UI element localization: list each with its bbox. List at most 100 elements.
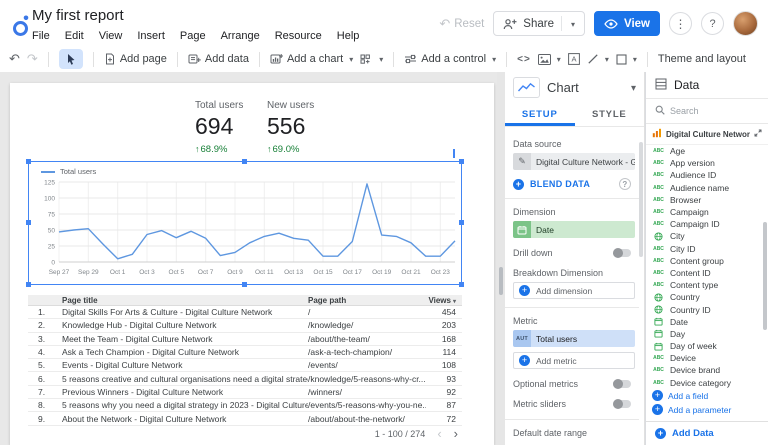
shape-tool-button[interactable] bbox=[616, 53, 637, 65]
chart-panel-scrollbar[interactable] bbox=[639, 142, 643, 257]
field-item-day[interactable]: Day bbox=[646, 328, 768, 340]
resize-handle[interactable] bbox=[242, 159, 247, 164]
field-item-city[interactable]: City bbox=[646, 230, 768, 242]
add-data-button[interactable]: Add data bbox=[188, 53, 249, 65]
menu-insert[interactable]: Insert bbox=[137, 30, 165, 42]
add-data-button[interactable]: Add Data bbox=[646, 421, 768, 445]
field-item-device-category[interactable]: ABCDevice category bbox=[646, 377, 768, 389]
field-item-content-type[interactable]: ABCContent type bbox=[646, 279, 768, 291]
metric-sliders-toggle[interactable] bbox=[613, 400, 631, 408]
table-row[interactable]: 4.Ask a Tech Champion - Digital Culture … bbox=[28, 346, 462, 359]
report-canvas[interactable]: Total users 694 68.9% New users 556 69.0… bbox=[0, 72, 497, 445]
field-search[interactable] bbox=[646, 99, 768, 124]
search-input[interactable] bbox=[670, 106, 742, 116]
field-item-date[interactable]: Date bbox=[646, 316, 768, 328]
field-item-country[interactable]: Country bbox=[646, 291, 768, 303]
chart-panel-header[interactable]: Chart bbox=[505, 72, 644, 103]
table-row[interactable]: 8.5 reasons why you need a digital strat… bbox=[28, 399, 462, 412]
resize-handle[interactable] bbox=[26, 159, 31, 164]
prev-page-icon[interactable] bbox=[437, 426, 441, 441]
field-item-audience-id[interactable]: ABCAudience ID bbox=[646, 169, 768, 181]
report-page[interactable]: Total users 694 68.9% New users 556 69.0… bbox=[10, 83, 494, 445]
blend-data-button[interactable]: BLEND DATA bbox=[513, 178, 631, 190]
insert-image-button[interactable] bbox=[538, 53, 561, 65]
share-button[interactable]: Share bbox=[493, 11, 585, 36]
scorecard-total-users[interactable]: Total users 694 68.9% bbox=[195, 100, 243, 155]
menu-page[interactable]: Page bbox=[180, 30, 206, 42]
help-circle-icon[interactable] bbox=[619, 178, 631, 190]
panel-resizer[interactable] bbox=[497, 72, 505, 445]
resize-handle[interactable] bbox=[242, 282, 247, 287]
add-dimension-button[interactable]: Add dimension bbox=[513, 282, 635, 299]
scorecard-new-users[interactable]: New users 556 69.0% bbox=[267, 100, 314, 155]
resize-handle[interactable] bbox=[26, 220, 31, 225]
add-field-button[interactable]: Add a field bbox=[646, 389, 768, 403]
menu-resource[interactable]: Resource bbox=[275, 30, 322, 42]
resize-handle[interactable] bbox=[26, 282, 31, 287]
table-row[interactable]: 9.About the Network - Digital Culture Ne… bbox=[28, 412, 462, 425]
field-item-audience-name[interactable]: ABCAudience name bbox=[646, 182, 768, 194]
timeseries-chart[interactable]: Total users Sep 27Sep 29Oct 1Oct 3Oct 5O… bbox=[28, 161, 462, 285]
user-avatar[interactable] bbox=[733, 11, 758, 36]
panel-resizer-handle[interactable] bbox=[499, 267, 503, 295]
table-row[interactable]: 7.Previous Winners - Digital Culture Net… bbox=[28, 386, 462, 399]
chevron-down-icon[interactable] bbox=[631, 82, 636, 94]
field-item-content-id[interactable]: ABCContent ID bbox=[646, 267, 768, 279]
data-source-row[interactable]: Digital Culture Network - Google A.. bbox=[646, 124, 768, 145]
table-header-row[interactable]: Page title Page path Views bbox=[28, 295, 462, 306]
resize-handle[interactable] bbox=[459, 220, 464, 225]
looker-studio-logo-icon[interactable] bbox=[11, 14, 33, 38]
menu-edit[interactable]: Edit bbox=[65, 30, 84, 42]
reset-button[interactable]: ↶ Reset bbox=[439, 17, 484, 30]
line-tool-button[interactable] bbox=[587, 53, 609, 65]
add-metric-button[interactable]: Add metric bbox=[513, 352, 635, 369]
blend-tool-button[interactable] bbox=[360, 53, 383, 65]
dimension-chip[interactable]: Date bbox=[513, 221, 635, 238]
embed-url-button[interactable] bbox=[517, 54, 531, 65]
menu-view[interactable]: View bbox=[99, 30, 123, 42]
table-row[interactable]: 2.Knowledge Hub - Digital Culture Networ… bbox=[28, 319, 462, 332]
field-item-country-id[interactable]: Country ID bbox=[646, 303, 768, 315]
add-control-button[interactable]: Add a control bbox=[404, 53, 496, 65]
help-button[interactable] bbox=[701, 12, 724, 35]
add-chart-button[interactable]: Add a chart bbox=[270, 53, 353, 65]
text-box-button[interactable]: A bbox=[568, 53, 580, 65]
field-item-campaign-id[interactable]: ABCCampaign ID bbox=[646, 218, 768, 230]
field-item-content-group[interactable]: ABCContent group bbox=[646, 255, 768, 267]
select-tool-button[interactable] bbox=[59, 49, 83, 69]
table-row[interactable]: 3.Meet the Team - Digital Culture Networ… bbox=[28, 333, 462, 346]
caret-down-icon[interactable] bbox=[569, 18, 575, 30]
table-row[interactable]: 6.5 reasons creative and cultural organi… bbox=[28, 372, 462, 385]
chart-drag-handle[interactable] bbox=[453, 149, 455, 158]
field-item-city-id[interactable]: ABCCity ID bbox=[646, 243, 768, 255]
undo-button[interactable] bbox=[9, 51, 20, 67]
resize-handle[interactable] bbox=[459, 159, 464, 164]
field-item-device[interactable]: ABCDevice bbox=[646, 352, 768, 364]
field-item-app-version[interactable]: ABCApp version bbox=[646, 157, 768, 169]
add-parameter-button[interactable]: Add a parameter bbox=[646, 403, 768, 417]
field-item-browser[interactable]: ABCBrowser bbox=[646, 194, 768, 206]
menu-help[interactable]: Help bbox=[337, 30, 360, 42]
drill-down-toggle[interactable] bbox=[613, 249, 631, 257]
tab-setup[interactable]: SETUP bbox=[505, 103, 575, 126]
menu-file[interactable]: File bbox=[32, 30, 50, 42]
table-row[interactable]: 5.Events - Digital Culture Network/event… bbox=[28, 359, 462, 372]
resize-handle[interactable] bbox=[459, 282, 464, 287]
more-options-button[interactable] bbox=[669, 12, 692, 35]
pages-table[interactable]: Page title Page path Views 1.Digital Ski… bbox=[28, 295, 462, 442]
field-list-scrollbar[interactable] bbox=[763, 222, 767, 330]
field-item-campaign[interactable]: ABCCampaign bbox=[646, 206, 768, 218]
tab-style[interactable]: STYLE bbox=[575, 103, 645, 126]
redo-button[interactable] bbox=[27, 51, 38, 67]
field-item-age[interactable]: ABCAge bbox=[646, 145, 768, 157]
menu-arrange[interactable]: Arrange bbox=[221, 30, 260, 42]
field-item-day-of-week[interactable]: Day of week bbox=[646, 340, 768, 352]
data-source-chip[interactable]: ✎ Digital Culture Network - Go.. bbox=[513, 153, 635, 170]
report-title[interactable]: My first report bbox=[32, 7, 124, 24]
optional-metrics-toggle[interactable] bbox=[613, 380, 631, 388]
view-button[interactable]: View bbox=[594, 11, 660, 36]
next-page-icon[interactable] bbox=[454, 426, 458, 441]
field-item-device-brand[interactable]: ABCDevice brand bbox=[646, 364, 768, 376]
metric-chip[interactable]: AUT Total users bbox=[513, 330, 635, 347]
theme-layout-button[interactable]: Theme and layout bbox=[658, 53, 746, 65]
